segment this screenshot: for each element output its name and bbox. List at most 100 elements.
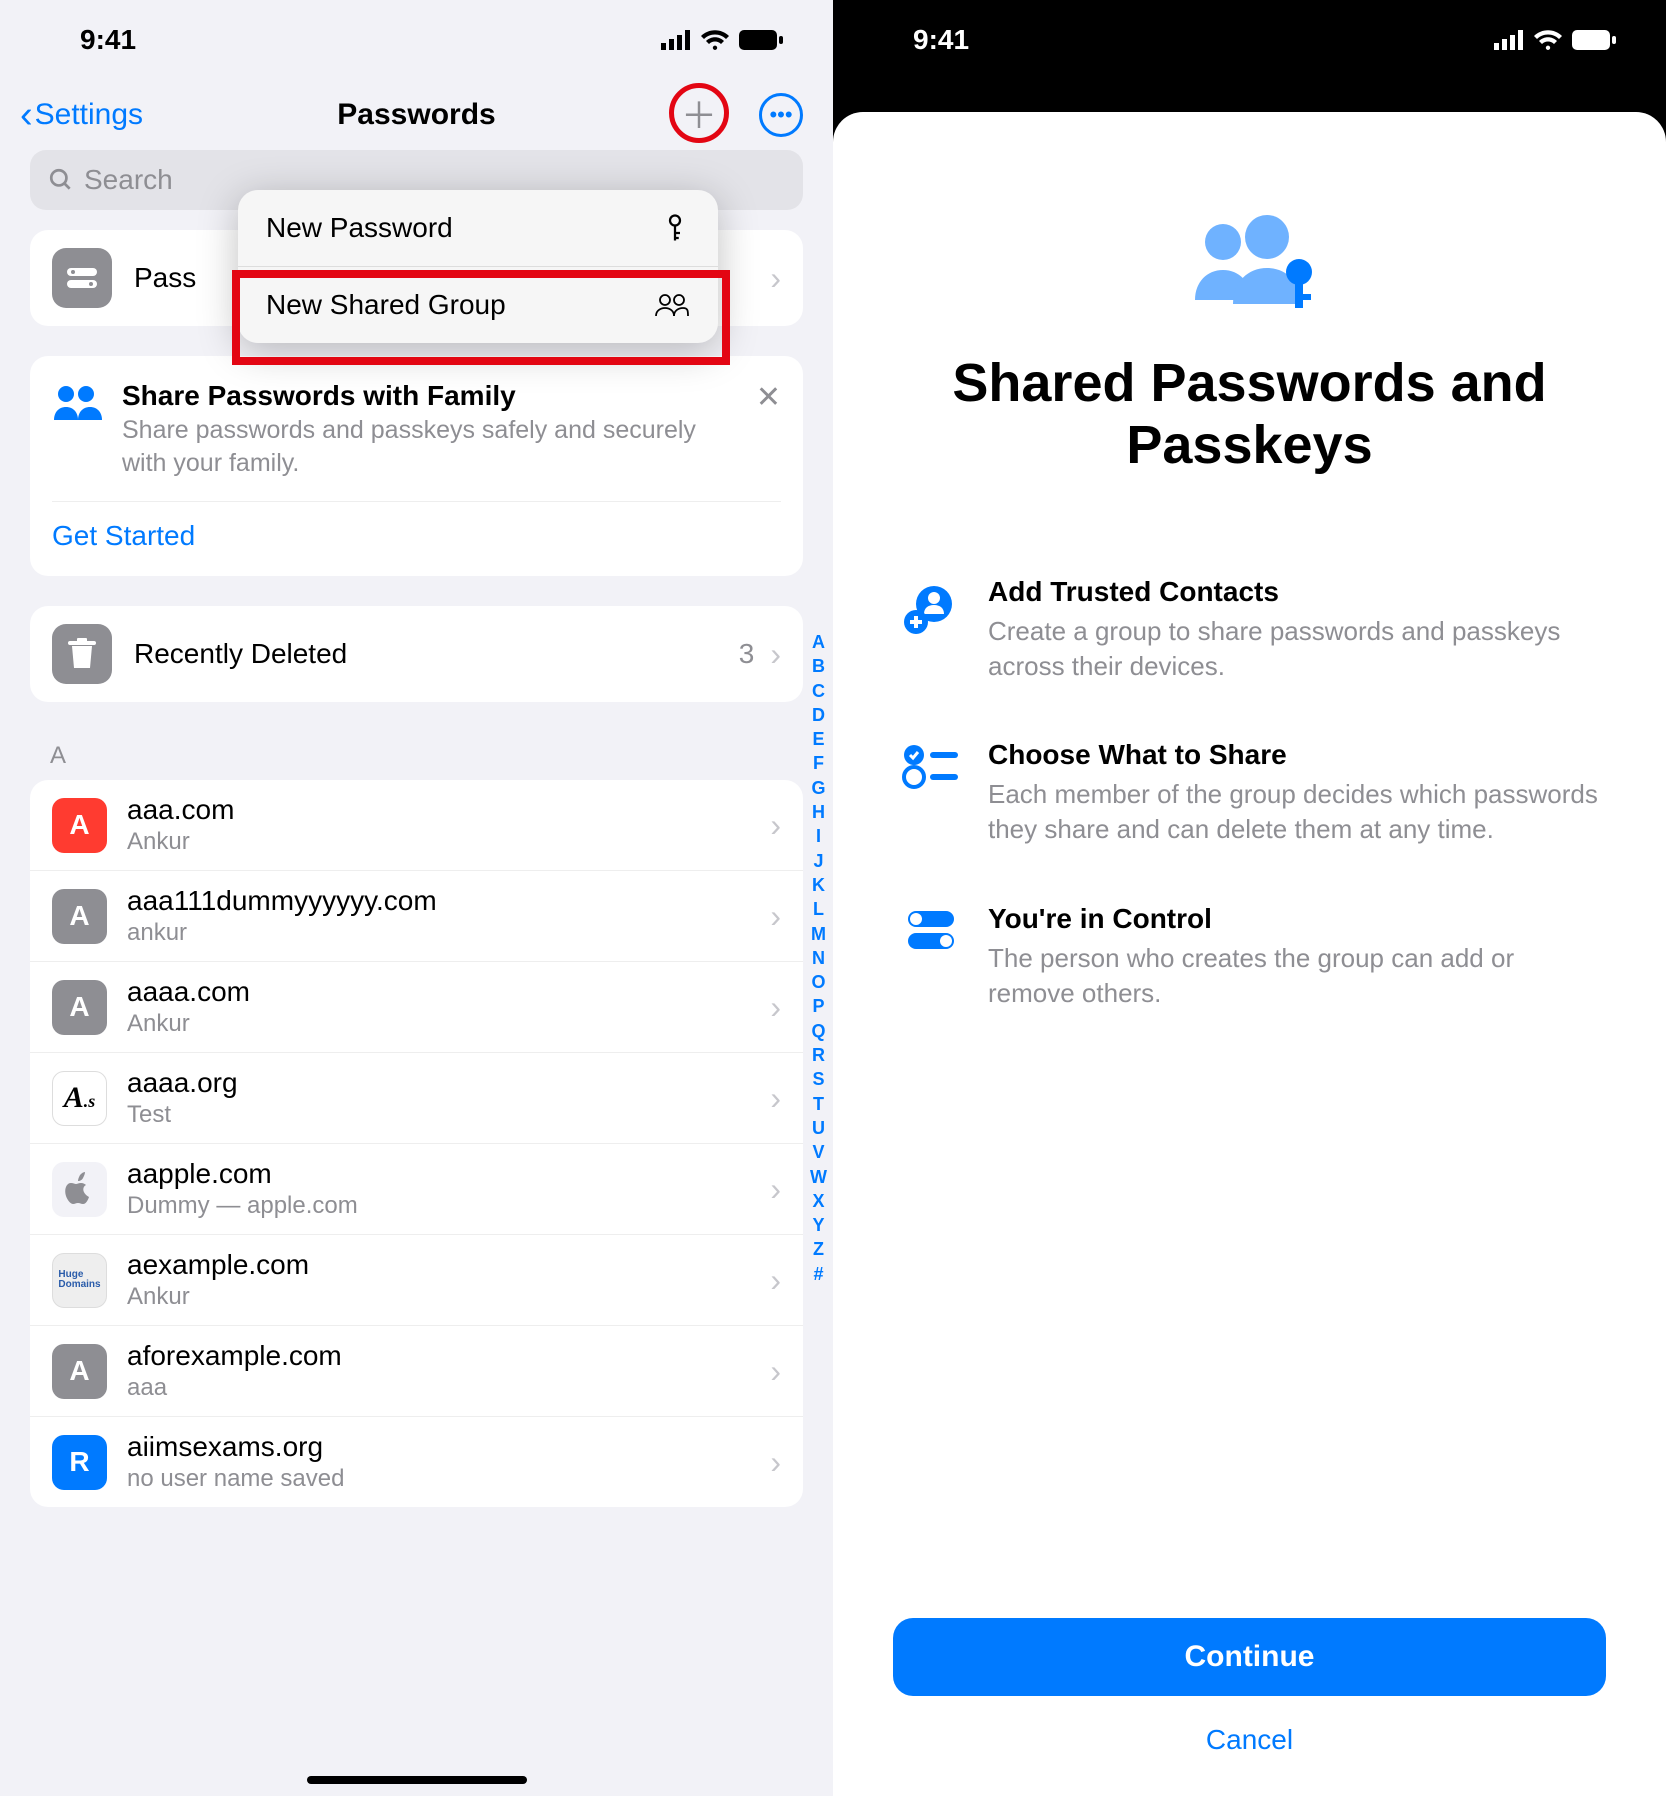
key-icon <box>660 213 690 243</box>
status-icons <box>661 30 783 50</box>
search-icon <box>48 167 74 193</box>
status-time: 9:41 <box>913 24 969 56</box>
feature-title: Choose What to Share <box>988 739 1606 771</box>
feature-title: You're in Control <box>988 903 1606 935</box>
chevron-right-icon: › <box>770 1353 781 1390</box>
section-header: A <box>30 732 803 780</box>
index-letter[interactable]: # <box>810 1262 827 1286</box>
index-letter[interactable]: V <box>810 1140 827 1164</box>
site-name: aiimsexams.org <box>127 1431 760 1463</box>
index-letter[interactable]: C <box>810 679 827 703</box>
username: Ankur <box>127 1283 760 1311</box>
index-letter[interactable]: H <box>810 800 827 824</box>
page-title: Passwords <box>337 98 495 132</box>
close-button[interactable]: ✕ <box>756 380 781 415</box>
home-indicator <box>307 1776 527 1784</box>
site-icon: A <box>52 889 107 944</box>
feature-title: Add Trusted Contacts <box>988 576 1606 608</box>
index-letter[interactable]: K <box>810 873 827 897</box>
index-letter[interactable]: M <box>810 922 827 946</box>
search-placeholder: Search <box>84 164 173 196</box>
site-icon: HugeDomains <box>52 1253 107 1308</box>
site-icon: A.s <box>52 1071 107 1126</box>
password-list: Aaaa.comAnkur›Aaaa111dummyyyyyy.comankur… <box>30 780 803 1507</box>
ellipsis-icon: ••• <box>769 102 792 128</box>
site-name: aaa.com <box>127 794 760 826</box>
back-button[interactable]: ‹ Settings <box>20 94 143 137</box>
username: Ankur <box>127 1010 760 1038</box>
status-icons <box>1494 30 1616 50</box>
index-letter[interactable]: J <box>810 849 827 873</box>
index-letter[interactable]: U <box>810 1116 827 1140</box>
index-letter[interactable]: X <box>810 1189 827 1213</box>
more-button[interactable]: ••• <box>759 93 803 137</box>
index-letter[interactable]: D <box>810 703 827 727</box>
index-letter[interactable]: G <box>810 776 827 800</box>
battery-icon <box>739 30 783 50</box>
password-row[interactable]: Aaforexample.comaaa› <box>30 1326 803 1417</box>
menu-label: New Password <box>266 212 453 244</box>
index-letter[interactable]: R <box>810 1043 827 1067</box>
continue-button[interactable]: Continue <box>893 1618 1606 1696</box>
index-letter[interactable]: W <box>810 1165 827 1189</box>
index-letter[interactable]: P <box>810 994 827 1018</box>
site-name: aforexample.com <box>127 1340 760 1372</box>
feature-body: Each member of the group decides which p… <box>988 777 1606 847</box>
close-icon: ✕ <box>756 381 781 414</box>
recently-deleted-row[interactable]: Recently Deleted 3 › <box>30 606 803 702</box>
site-icon: A <box>52 798 107 853</box>
family-title: Share Passwords with Family <box>122 380 746 412</box>
index-letter[interactable]: O <box>810 970 827 994</box>
site-icon <box>52 1162 107 1217</box>
password-row[interactable]: Aaaa.comAnkur› <box>30 780 803 871</box>
feature-item: Add Trusted ContactsCreate a group to sh… <box>893 576 1606 684</box>
index-letter[interactable]: I <box>810 824 827 848</box>
passkeys-icon <box>52 248 112 308</box>
password-row[interactable]: Aaaa111dummyyyyyy.comankur› <box>30 871 803 962</box>
menu-item-new-password[interactable]: New Password <box>238 190 718 267</box>
chevron-right-icon: › <box>770 1171 781 1208</box>
chevron-right-icon: › <box>770 1262 781 1299</box>
index-letter[interactable]: T <box>810 1092 827 1116</box>
feature-body: The person who creates the group can add… <box>988 941 1606 1011</box>
index-letter[interactable]: Y <box>810 1213 827 1237</box>
index-letter[interactable]: F <box>810 751 827 775</box>
feature-icon <box>893 743 968 847</box>
index-letter[interactable]: A <box>810 630 827 654</box>
cellular-icon <box>1494 30 1524 50</box>
family-subtitle: Share passwords and passkeys safely and … <box>122 414 746 479</box>
username: no user name saved <box>127 1465 760 1493</box>
password-row[interactable]: HugeDomains aexample.comAnkur › <box>30 1235 803 1326</box>
index-letter[interactable]: Q <box>810 1019 827 1043</box>
intro-sheet: Shared Passwords and Passkeys Add Truste… <box>833 112 1666 1796</box>
chevron-right-icon: › <box>770 898 781 935</box>
count-badge: 3 <box>739 638 755 670</box>
site-icon: A <box>52 1344 107 1399</box>
add-button[interactable]: ＋ <box>669 83 729 143</box>
site-name: aaa111dummyyyyyy.com <box>127 885 760 917</box>
password-row[interactable]: Raiimsexams.orgno user name saved› <box>30 1417 803 1507</box>
chevron-right-icon: › <box>770 1444 781 1481</box>
index-letter[interactable]: S <box>810 1067 827 1091</box>
password-row[interactable]: Aaaaa.comAnkur› <box>30 962 803 1053</box>
feature-icon <box>893 907 968 1011</box>
get-started-button[interactable]: Get Started <box>52 501 781 552</box>
battery-icon <box>1572 30 1616 50</box>
index-scrubber[interactable]: ABCDEFGHIJKLMNOPQRSTUVWXYZ# <box>810 630 827 1286</box>
status-time: 9:41 <box>80 24 136 56</box>
feature-icon <box>893 580 968 684</box>
chevron-right-icon: › <box>770 636 781 673</box>
site-name: aaaa.com <box>127 976 760 1008</box>
button-label: Cancel <box>1206 1724 1293 1755</box>
index-letter[interactable]: B <box>810 654 827 678</box>
index-letter[interactable]: N <box>810 946 827 970</box>
index-letter[interactable]: E <box>810 727 827 751</box>
site-name: aexample.com <box>127 1249 760 1281</box>
index-letter[interactable]: Z <box>810 1237 827 1261</box>
password-row[interactable]: A.saaaa.orgTest› <box>30 1053 803 1144</box>
cancel-button[interactable]: Cancel <box>893 1724 1606 1756</box>
chevron-right-icon: › <box>770 989 781 1026</box>
wifi-icon <box>701 30 729 50</box>
password-row[interactable]: aapple.comDummy — apple.com› <box>30 1144 803 1235</box>
index-letter[interactable]: L <box>810 897 827 921</box>
